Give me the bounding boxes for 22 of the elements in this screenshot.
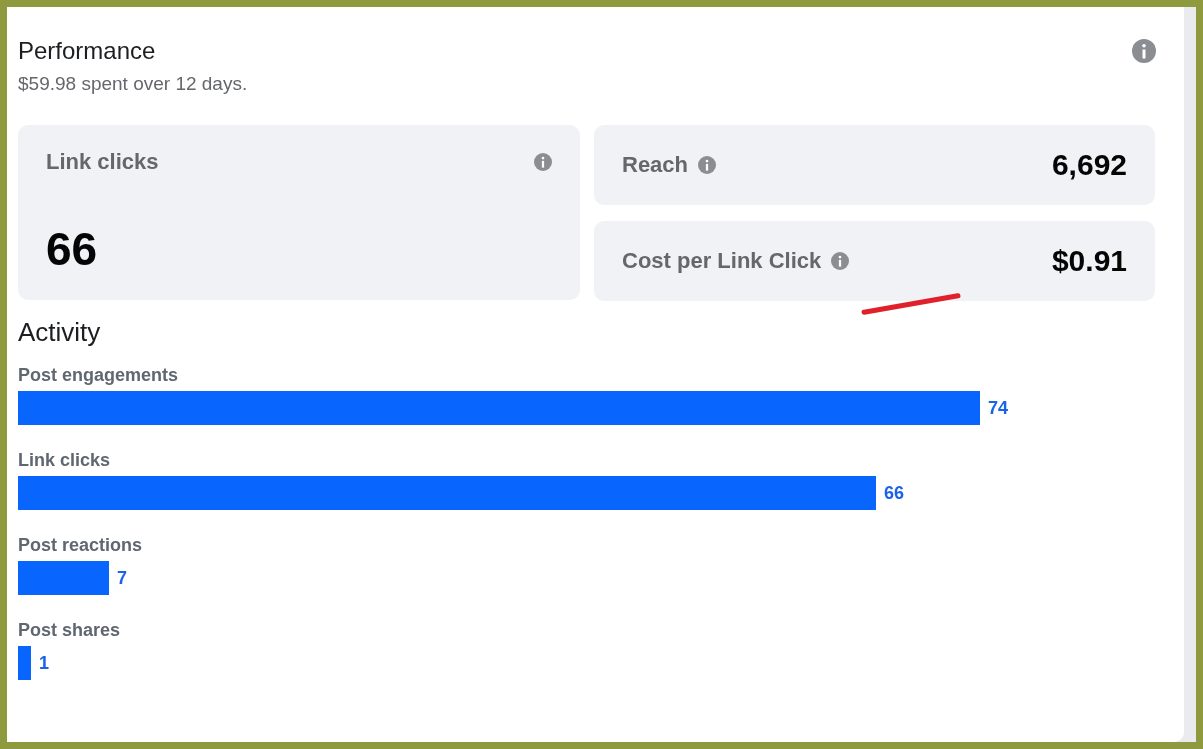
- bar-label: Link clicks: [18, 450, 111, 470]
- bar-label: Post engagements: [18, 365, 179, 385]
- bar-value: 74: [988, 398, 1009, 418]
- metric-value: $0.91: [1051, 244, 1127, 278]
- info-icon[interactable]: [831, 252, 850, 270]
- metric-label: Cost per Link Click: [622, 248, 822, 274]
- metric-label: Link clicks: [46, 149, 159, 175]
- info-icon[interactable]: [1132, 39, 1156, 63]
- card-title: Performance: [18, 37, 157, 65]
- info-icon[interactable]: [698, 156, 717, 174]
- bar-label: Post shares: [18, 620, 121, 640]
- bar-value: 1: [39, 653, 49, 673]
- metric-label: Reach: [622, 152, 689, 178]
- section-title: Activity: [18, 317, 101, 348]
- metric-value: 66: [46, 222, 99, 276]
- metric-value: 6,692: [1051, 148, 1127, 182]
- info-icon[interactable]: [534, 153, 552, 171]
- spend-summary: $59.98 spent over 12 days.: [18, 73, 248, 95]
- bar-value: 66: [884, 483, 905, 503]
- bar: [18, 646, 31, 680]
- bar-value: 7: [117, 568, 127, 588]
- bar-label: Post reactions: [18, 535, 143, 555]
